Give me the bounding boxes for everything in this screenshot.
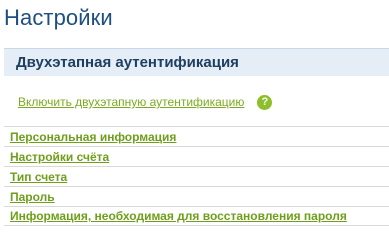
question-mark-icon[interactable]: ?	[257, 94, 273, 110]
list-item: Пароль	[4, 186, 389, 206]
account-type-link[interactable]: Тип счета	[10, 170, 67, 184]
list-item: Тип счета	[4, 166, 389, 186]
enable-two-step-link[interactable]: Включить двухэтапную аутентификацию	[18, 94, 244, 110]
list-item: Информация, необходимая для восстановлен…	[4, 206, 389, 226]
section-title: Двухэтапная аутентификация	[16, 54, 239, 71]
two-step-enable-row: Включить двухэтапную аутентификацию ?	[18, 92, 273, 112]
password-recovery-info-link[interactable]: Информация, необходимая для восстановлен…	[10, 209, 347, 223]
account-settings-link[interactable]: Настройки счёта	[10, 150, 109, 164]
list-item: Персональная информация	[4, 126, 389, 146]
list-item: Настройки счёта	[4, 146, 389, 166]
settings-links-list: Персональная информация Настройки счёта …	[4, 126, 389, 226]
personal-info-link[interactable]: Персональная информация	[10, 130, 176, 144]
settings-page: Настройки Двухэтапная аутентификация Вкл…	[0, 0, 389, 244]
page-title: Настройки	[4, 5, 113, 30]
section-header: Двухэтапная аутентификация	[4, 48, 389, 76]
password-link[interactable]: Пароль	[10, 190, 55, 204]
